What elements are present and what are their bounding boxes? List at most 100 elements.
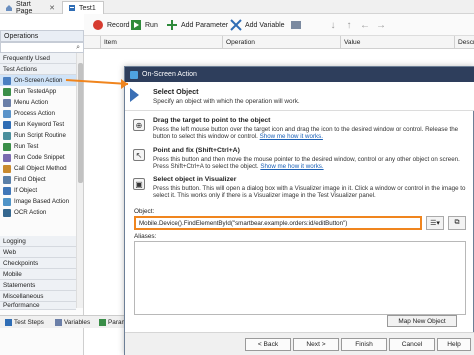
tab-start-page-label: Start Page (16, 0, 33, 15)
operation-label: Run Keyword Test (14, 121, 65, 128)
wizard-header: Select Object Specify an object with whi… (125, 82, 474, 111)
wizard-step-arrow-icon (130, 88, 139, 102)
tab-start-page[interactable]: Start Page ✕ (0, 0, 60, 15)
category-performance[interactable]: Performance (0, 302, 76, 310)
operations-search-input[interactable]: ⌕ (0, 42, 84, 53)
option-description: Press this button. This will open a dial… (153, 185, 466, 200)
add-variable-button[interactable]: Add Variable (230, 17, 285, 33)
help-button[interactable]: Help (437, 338, 471, 351)
map-new-object-button[interactable]: Map New Object (387, 315, 457, 327)
finish-button[interactable]: Finish (341, 338, 387, 351)
object-menu-button[interactable]: ☰▾ (426, 216, 444, 230)
category-logging[interactable]: Logging (0, 236, 76, 247)
scrollbar-thumb[interactable] (78, 63, 83, 183)
column-value[interactable]: Value (340, 36, 454, 49)
category-mobile[interactable]: Mobile (0, 269, 76, 280)
object-field[interactable]: Mobile.Device().FindElementById("smartbe… (134, 216, 422, 230)
operation-label: Run Test (14, 143, 39, 150)
aliases-label: Aliases: (134, 233, 157, 240)
run-script-routine-icon (3, 131, 11, 140)
operation-item-call-object-method[interactable]: Call Object Method (0, 163, 76, 174)
show-me-how-link[interactable]: Show me how it works. (260, 163, 323, 170)
next-button[interactable]: Next > (293, 338, 339, 351)
search-icon[interactable]: ⌕ (76, 44, 80, 52)
operation-item-menu-action[interactable]: Menu Action (0, 97, 76, 108)
aliases-tree[interactable] (134, 241, 466, 315)
visualizer-icon[interactable]: ▣ (133, 178, 145, 190)
target-crosshair-icon[interactable]: ⊕ (133, 119, 145, 131)
option-select-in-visualizer: ▣ Select object in Visualizer Press this… (129, 176, 471, 206)
add-parameter-label: Add Parameter (181, 21, 229, 29)
test-grid-header: Item Operation Value Descr (84, 36, 474, 49)
operations-panel-header: Operations (0, 30, 84, 42)
parameters-icon (99, 319, 106, 326)
tab-variables[interactable]: Variables (52, 317, 93, 328)
operation-item-on-screen-action[interactable]: On-Screen Action (0, 75, 76, 86)
operation-item-image-based-action[interactable]: Image Based Action (0, 196, 76, 207)
more-toolbar-button[interactable] (290, 17, 302, 33)
operation-item-run-test[interactable]: Run Test (0, 141, 76, 152)
run-test-icon (3, 142, 11, 151)
operation-label: Call Object Method (14, 165, 67, 172)
document-tab-strip: Start Page ✕ Test1 (0, 0, 474, 15)
operations-scrollbar[interactable] (76, 53, 83, 308)
move-down-arrow-icon[interactable]: ↓ (326, 19, 340, 31)
record-button[interactable]: Record (92, 17, 130, 33)
column-item[interactable]: Item (100, 36, 222, 49)
column-operation[interactable]: Operation (222, 36, 340, 49)
indent-arrow-icon[interactable]: → (374, 19, 388, 31)
wizard-step-title: Select Object (153, 87, 199, 96)
cancel-button[interactable]: Cancel (389, 338, 435, 351)
dialog-title: On-Screen Action (142, 71, 197, 78)
operation-item-process-action[interactable]: Process Action (0, 108, 76, 119)
record-icon (93, 20, 103, 30)
move-up-arrow-icon[interactable]: ↑ (342, 19, 356, 31)
close-icon[interactable]: ✕ (49, 4, 55, 12)
on-screen-action-dialog: On-Screen Action Select Object Specify a… (124, 66, 474, 355)
bottom-tab-strip: Test Steps Variables Param (0, 315, 132, 328)
operation-label: On-Screen Action (14, 77, 63, 84)
home-icon (5, 4, 13, 12)
wizard-step-subtitle: Specify an object with which the operati… (153, 98, 300, 105)
operation-item-run-script-routine[interactable]: Run Script Routine (0, 130, 76, 141)
operation-label: Process Action (14, 110, 55, 117)
variables-icon (55, 319, 62, 326)
test-steps-icon (5, 319, 12, 326)
operation-label: If Object (14, 187, 38, 194)
list-menu-icon: ☰▾ (430, 220, 440, 227)
on-screen-action-icon (3, 76, 11, 85)
operation-label: OCR Action (14, 209, 47, 216)
category-miscellaneous[interactable]: Miscellaneous (0, 291, 76, 302)
object-browser-button[interactable]: ⧉ (448, 216, 466, 230)
outdent-arrow-icon[interactable]: ← (358, 19, 372, 31)
run-button[interactable]: Run (130, 17, 158, 33)
object-browser-icon: ⧉ (454, 219, 460, 226)
add-parameter-button[interactable]: Add Parameter (166, 17, 228, 33)
tab-variables-label: Variables (64, 319, 91, 326)
category-frequently-used[interactable]: Frequently Used (0, 53, 76, 64)
operation-item-run-testedapp[interactable]: Run TestedApp (0, 86, 76, 97)
point-and-fix-icon[interactable]: ↖ (133, 149, 145, 161)
option-title: Select object in Visualizer (153, 176, 237, 183)
dialog-footer: < Back Next > Finish Cancel Help (125, 332, 474, 355)
operation-item-run-keyword-test[interactable]: Run Keyword Test (0, 119, 76, 130)
option-title: Point and fix (Shift+Ctrl+A) (153, 147, 240, 154)
operations-title: Operations (4, 32, 39, 40)
tab-test1[interactable]: Test1 (62, 1, 104, 14)
operation-item-find-object[interactable]: Find Object (0, 174, 76, 185)
operation-item-run-code-snippet[interactable]: Run Code Snippet (0, 152, 76, 163)
category-statements[interactable]: Statements (0, 280, 76, 291)
column-description[interactable]: Descr (454, 36, 474, 49)
operation-item-if-object[interactable]: If Object (0, 185, 76, 196)
add-variable-label: Add Variable (245, 21, 285, 29)
category-test-actions[interactable]: Test Actions (0, 64, 76, 75)
keyword-test-icon (68, 4, 76, 12)
category-web[interactable]: Web (0, 247, 76, 258)
operation-item-ocr-action[interactable]: OCR Action (0, 207, 76, 218)
category-checkpoints[interactable]: Checkpoints (0, 258, 76, 269)
tab-test-steps[interactable]: Test Steps (2, 317, 47, 328)
dialog-title-bar[interactable]: On-Screen Action (125, 67, 474, 82)
option-drag-target: ⊕ Drag the target to point to the object… (129, 117, 471, 145)
show-me-how-link[interactable]: Show me how it works. (260, 133, 323, 140)
back-button[interactable]: < Back (245, 338, 291, 351)
